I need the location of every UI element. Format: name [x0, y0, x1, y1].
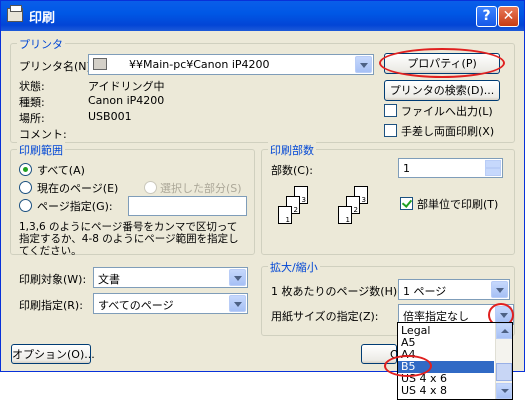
chevron-down-icon[interactable]	[355, 56, 372, 73]
printer-icon	[7, 5, 23, 22]
comment-label: コメント:	[19, 128, 67, 141]
b5-highlight	[384, 355, 432, 377]
print-to-file-label[interactable]: ファイルへ出力(L)	[401, 103, 493, 119]
zoom-group-label: 拡大/縮小	[268, 259, 320, 275]
chevron-down-icon[interactable]	[491, 281, 508, 298]
close-button[interactable]: ✕	[498, 6, 519, 27]
copies-group-label: 印刷部数	[268, 142, 316, 158]
dropdown-scrollbar[interactable]	[495, 323, 512, 399]
chevron-down-icon[interactable]	[229, 295, 246, 312]
location-label: 場所:	[19, 112, 45, 125]
print-spec-value: すべてのページ	[98, 299, 174, 312]
collate-checkbox[interactable]	[400, 197, 413, 210]
scroll-up-icon[interactable]	[496, 323, 512, 339]
dropdown-option[interactable]: US 4 x 8	[398, 385, 494, 397]
pages-per-sheet-label: 1 枚あたりのページ数(H):	[271, 285, 401, 298]
radio-selection-label[interactable]: 選択した部分(S)	[160, 180, 242, 196]
manual-duplex-label[interactable]: 手差し両面印刷(X)	[401, 123, 494, 139]
print-what-value: 文書	[98, 273, 120, 286]
page-range-input[interactable]	[128, 196, 247, 216]
print-spec-select[interactable]: すべてのページ	[93, 293, 248, 314]
spinner-up-icon[interactable]	[485, 160, 501, 168]
status-label: 状態:	[19, 80, 45, 93]
printer-name-label: プリンタ名(N):	[19, 60, 95, 73]
radio-selection[interactable]	[144, 181, 157, 194]
window-title: 印刷	[29, 11, 56, 26]
manual-duplex-checkbox[interactable]	[384, 124, 397, 137]
pages-per-sheet-select[interactable]: 1 ページ	[398, 279, 510, 300]
copies-count-label: 部数(C):	[271, 164, 313, 177]
scroll-down-icon[interactable]	[496, 383, 512, 399]
pages-per-sheet-value: 1 ページ	[403, 285, 447, 298]
copies-count-value: 1	[403, 162, 410, 175]
print-to-file-checkbox[interactable]	[384, 104, 397, 117]
radio-page-range-label[interactable]: ページ指定(G):	[37, 198, 113, 214]
scale-label: 用紙サイズの指定(Z):	[271, 310, 379, 323]
radio-current-page-label[interactable]: 現在のページ(E)	[37, 180, 118, 196]
page-range-hint: 1,3,6 のようにページ番号をカンマで区切って指定するか、4-8 のようにペー…	[19, 221, 239, 257]
scroll-thumb[interactable]	[496, 363, 512, 381]
printer-name-select[interactable]: ¥¥Main-pc¥Canon iP4200	[88, 54, 374, 75]
spinner-down-icon[interactable]	[485, 168, 501, 176]
collate-page-b1: 1	[338, 206, 352, 224]
print-spec-label: 印刷指定(R):	[19, 299, 83, 312]
print-what-label: 印刷対象(W):	[19, 273, 87, 286]
find-printer-button[interactable]: プリンタの検索(D)...	[384, 80, 500, 101]
radio-all[interactable]	[19, 163, 32, 176]
options-button[interactable]: オプション(O)...	[11, 344, 95, 364]
radio-current-page[interactable]	[19, 181, 32, 194]
collate-page-a1: 1	[278, 206, 292, 224]
print-range-label: 印刷範囲	[17, 142, 65, 158]
collate-label[interactable]: 部単位で印刷(T)	[417, 196, 498, 212]
copies-count-spinner[interactable]: 1	[398, 158, 503, 178]
print-what-select[interactable]: 文書	[93, 267, 248, 288]
title-bar[interactable]: 印刷 ? ✕	[1, 1, 524, 31]
properties-highlight	[379, 48, 505, 78]
print-dialog: 印刷 ? ✕ プリンタ プリンタ名(N): ¥¥Main-pc¥Canon iP…	[0, 0, 525, 372]
status-value: アイドリング中	[88, 80, 165, 93]
help-button[interactable]: ?	[476, 6, 497, 27]
radio-page-range[interactable]	[19, 199, 32, 212]
printer-name-value: ¥¥Main-pc¥Canon iP4200	[129, 58, 270, 71]
printer-small-icon	[93, 58, 107, 70]
printer-group-label: プリンタ	[17, 36, 65, 52]
type-label: 種類:	[19, 96, 45, 109]
radio-all-label[interactable]: すべて(A)	[37, 162, 85, 178]
location-value: USB001	[88, 110, 132, 123]
type-value: Canon iP4200	[88, 94, 165, 107]
chevron-down-icon[interactable]	[229, 269, 246, 286]
